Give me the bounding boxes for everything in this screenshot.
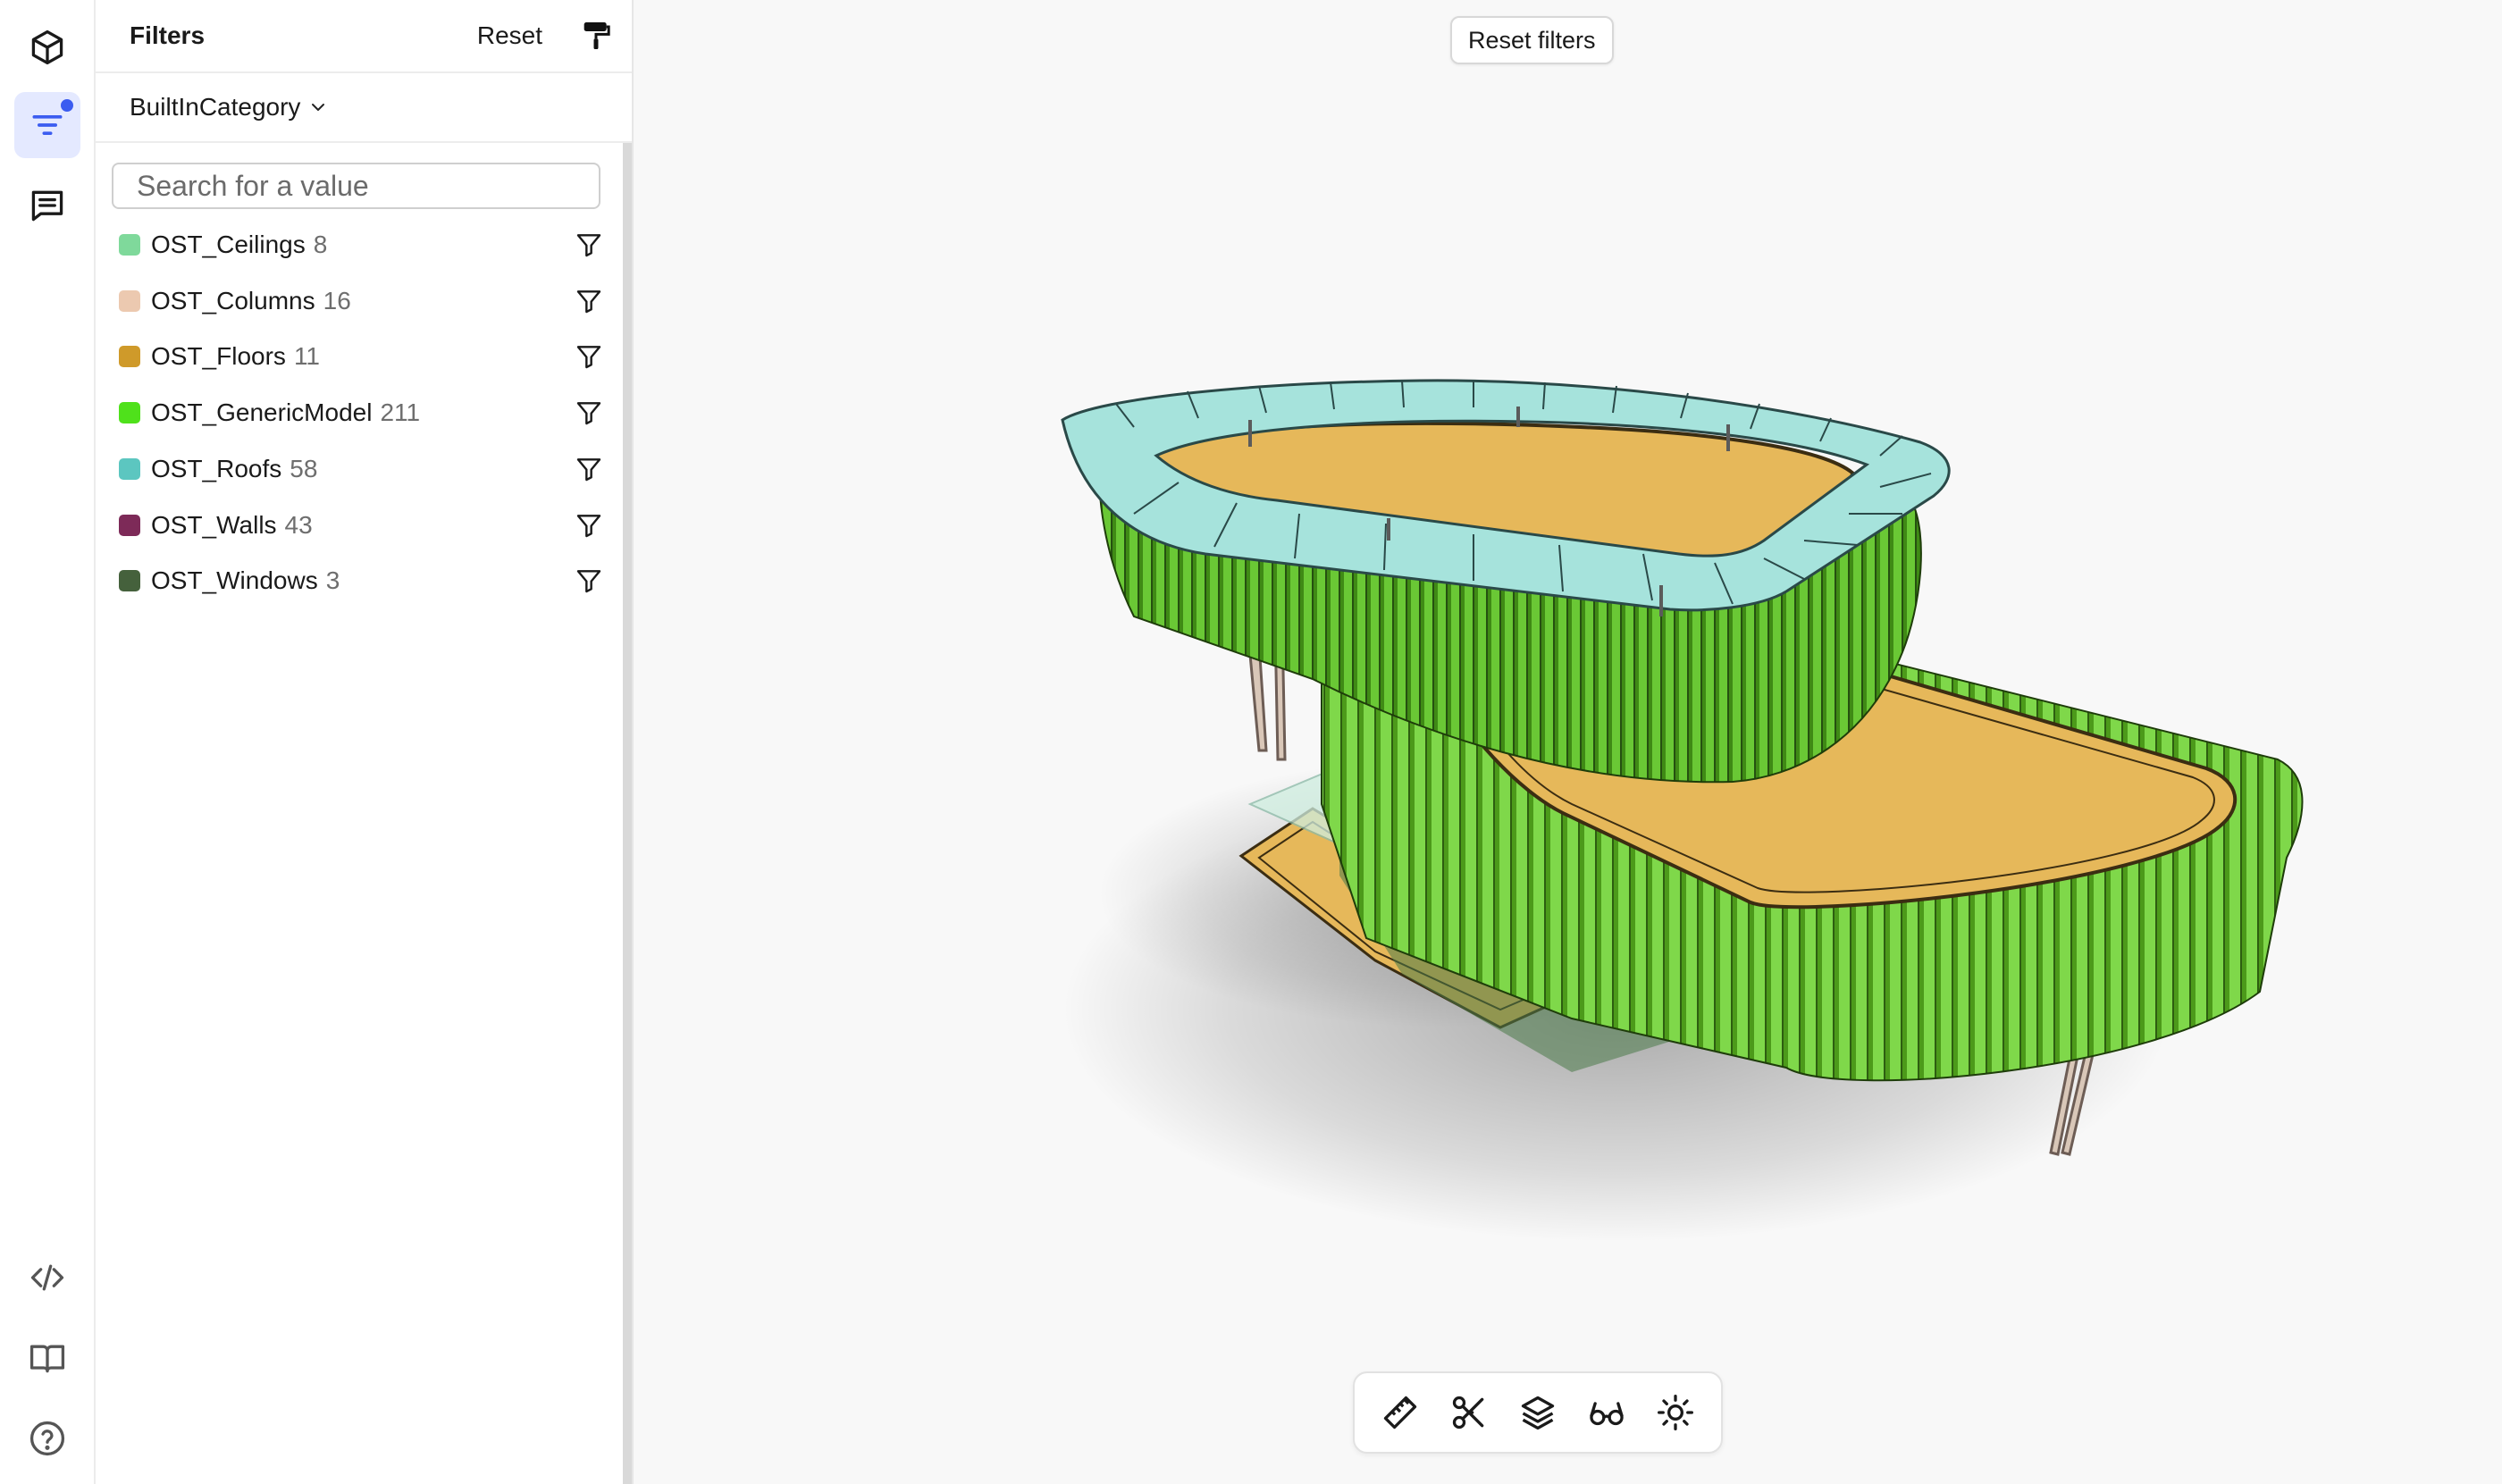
viewer-toolbar [1353,1371,1723,1454]
filter-item-count: 58 [290,454,318,482]
search-input[interactable] [112,163,600,209]
category-dropdown[interactable]: BuiltInCategory [96,73,632,143]
color-swatch [119,514,140,536]
filter-item-name: OST_Ceilings [151,231,306,258]
help-button[interactable] [14,1405,80,1471]
color-swatch [119,346,140,368]
color-swatch [119,457,140,480]
lighting-tool-button[interactable] [1649,1386,1702,1439]
filter-funnel-icon[interactable] [575,398,603,427]
filter-funnel-icon[interactable] [575,511,603,540]
filters-panel: Filters Reset BuiltInCategory OST_Ceilin… [96,0,634,1484]
cube-icon [31,29,63,65]
sun-icon [1658,1395,1694,1430]
chevron-down-icon [312,104,325,111]
filter-item[interactable]: OST_Windows 3 [119,558,619,603]
color-swatch [119,289,140,312]
help-icon [29,1421,65,1456]
ruler-icon [1383,1396,1416,1430]
code-icon [30,1264,64,1291]
filter-item[interactable]: OST_Ceilings 8 [119,222,619,267]
filter-item-count: 16 [323,286,351,314]
docs-button[interactable] [14,1325,80,1391]
reset-button[interactable]: Reset [477,21,542,50]
category-label: BuiltInCategory [130,93,301,121]
filter-item-count: 8 [313,231,328,258]
notification-dot [59,97,75,113]
filter-funnel-icon[interactable] [575,566,603,595]
building-model-3d[interactable] [634,0,2502,1484]
filter-item[interactable]: OST_Floors 11 [119,334,619,379]
color-swatch [119,234,140,256]
reset-filters-button[interactable]: Reset filters [1450,16,1614,64]
comments-button[interactable] [14,172,80,239]
filter-item-count: 43 [284,510,313,539]
color-swatch [119,570,140,592]
book-icon [29,1345,65,1373]
measure-tool-button[interactable] [1373,1386,1427,1439]
filter-item[interactable]: OST_GenericModel 211 [119,390,619,435]
filters-button[interactable] [14,92,80,158]
filter-funnel-icon[interactable] [575,455,603,483]
glasses-icon [1590,1402,1624,1426]
layers-icon [1521,1396,1555,1430]
paint-roller-icon[interactable] [578,18,614,54]
layers-tool-button[interactable] [1511,1386,1565,1439]
filter-funnel-icon[interactable] [575,342,603,371]
scissors-icon [1452,1396,1484,1430]
comments-icon [31,190,63,222]
filter-item-name: OST_Floors [151,342,286,371]
model-button[interactable] [14,14,80,80]
panel-title: Filters [130,21,206,49]
filter-item-name: OST_Walls [151,510,277,539]
filter-item-name: OST_Windows [151,566,318,595]
filter-funnel-icon[interactable] [575,231,603,259]
scrollbar[interactable] [623,143,632,1484]
filter-item[interactable]: OST_Roofs 58 [119,447,619,491]
code-button[interactable] [14,1245,80,1311]
filter-item-name: OST_GenericModel [151,398,373,427]
viewer-canvas[interactable]: Reset filters [634,0,2502,1484]
section-tool-button[interactable] [1442,1386,1496,1439]
filter-item-name: OST_Roofs [151,454,282,482]
filter-item-name: OST_Columns [151,286,315,314]
filter-item-count: 11 [293,342,321,371]
filter-item[interactable]: OST_Walls 43 [119,503,619,548]
icon-rail [0,0,96,1484]
filter-item[interactable]: OST_Columns 16 [119,279,619,323]
filter-item-count: 211 [380,398,421,427]
color-swatch [119,402,140,424]
view-tool-button[interactable] [1580,1386,1633,1439]
filter-funnel-icon[interactable] [575,287,603,315]
panel-header: Filters Reset [96,0,632,73]
filter-item-count: 3 [325,566,340,595]
